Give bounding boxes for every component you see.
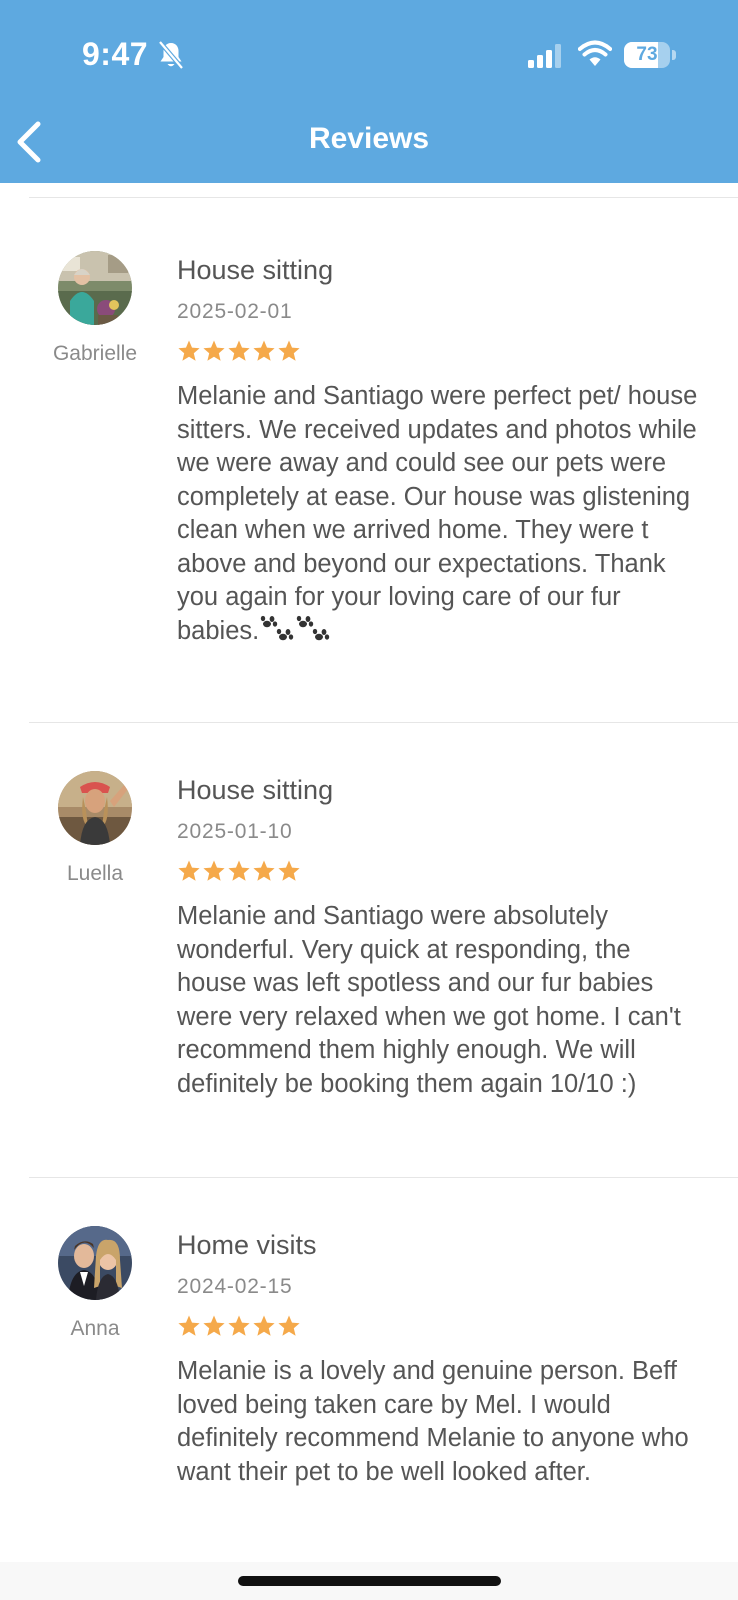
service-type: House sitting (177, 775, 334, 805)
review-date: 2025-01-10 (177, 820, 293, 843)
paw-prints-icon (297, 615, 330, 640)
star-icon (278, 1315, 300, 1336)
home-indicator[interactable] (238, 1576, 501, 1586)
star-icon (253, 860, 275, 881)
star-icon (278, 860, 300, 881)
avatar (58, 251, 132, 325)
star-icon (203, 1315, 225, 1336)
app-header: 9:47 73 Reviews (0, 0, 738, 183)
star-icon (178, 1315, 200, 1336)
status-time: 9:47 (82, 36, 149, 72)
star-icon (178, 860, 200, 881)
star-icon (278, 340, 300, 361)
service-type: House sitting (177, 255, 334, 285)
avatar (58, 771, 132, 845)
avatar (58, 1226, 132, 1300)
reviewer-name: Gabrielle (52, 342, 138, 365)
paw-prints-icon (261, 615, 294, 640)
cellular-signal-icon (528, 44, 561, 68)
star-icon (253, 340, 275, 361)
battery-level: 73 (636, 44, 658, 65)
reviewer-name: Luella (66, 862, 124, 885)
star-icon (178, 340, 200, 361)
star-icon (228, 340, 250, 361)
review-text: Melanie and Santiago were perfect pet/ h… (177, 380, 707, 648)
reviewer-name: Anna (70, 1317, 120, 1340)
battery-body: 73 (624, 42, 670, 68)
star-rating (177, 859, 301, 883)
avatar-photo (58, 1226, 132, 1300)
avatar-photo (58, 251, 132, 325)
battery-nub (672, 50, 676, 60)
service-type: Home visits (177, 1230, 317, 1260)
reviews-list: Gabrielle House sitting 2025-02-01 Melan… (0, 183, 738, 1578)
bell-muted-icon (158, 40, 184, 70)
star-icon (203, 340, 225, 361)
review-item: Gabrielle House sitting 2025-02-01 Melan… (0, 198, 738, 722)
review-text: Melanie and Santiago were absolutely won… (177, 902, 681, 1098)
star-icon (203, 860, 225, 881)
page-title: Reviews (308, 122, 430, 155)
review-text: Melanie is a lovely and genuine person. … (177, 1357, 689, 1486)
star-icon (253, 1315, 275, 1336)
review-date: 2024-02-15 (177, 1275, 293, 1298)
star-rating (177, 339, 301, 363)
review-item: Luella House sitting 2025-01-10 Melanie … (0, 723, 738, 1177)
star-icon (228, 860, 250, 881)
review-text-body: Melanie and Santiago were perfect pet/ h… (177, 382, 698, 645)
wifi-icon (578, 40, 612, 66)
battery-indicator: 73 (624, 42, 676, 68)
star-icon (228, 1315, 250, 1336)
review-date: 2025-02-01 (177, 300, 293, 323)
review-item: Anna Home visits 2024-02-15 Melanie is a… (0, 1178, 738, 1578)
avatar-photo (58, 771, 132, 845)
star-rating (177, 1314, 301, 1338)
